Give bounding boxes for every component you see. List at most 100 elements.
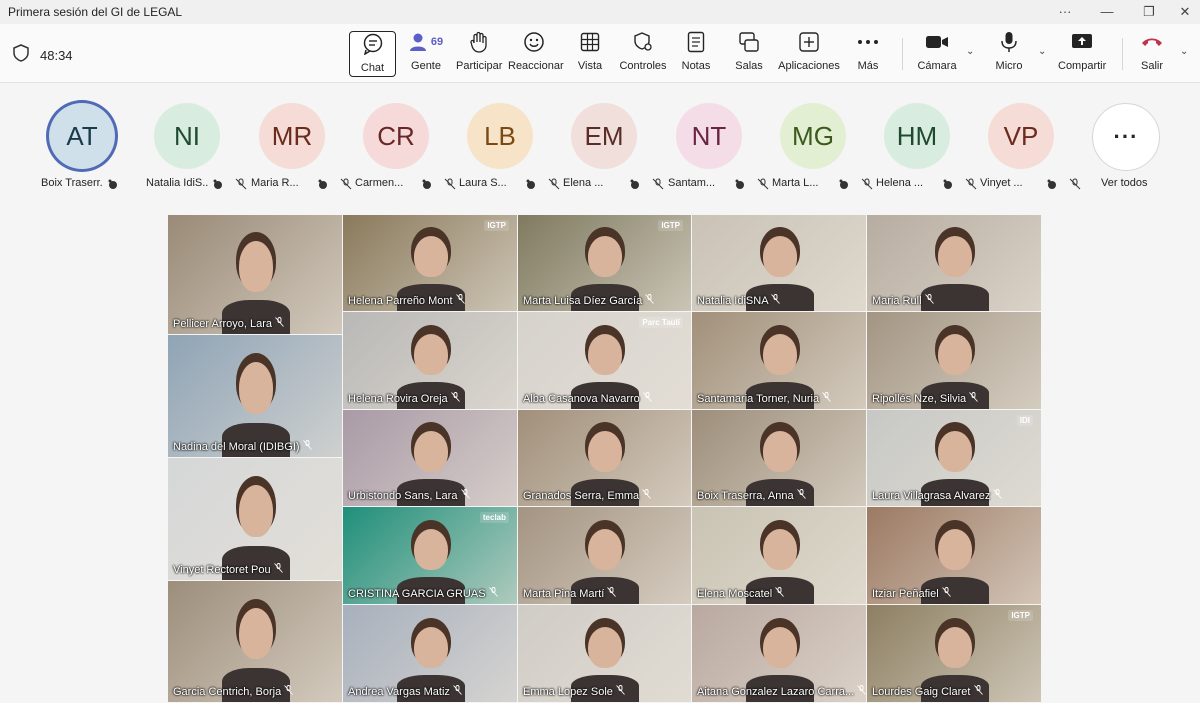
camera-button[interactable]: Cámara	[916, 30, 958, 78]
video-tile[interactable]: IGTP Marta Luisa Díez García	[518, 215, 691, 311]
mic-button[interactable]: Micro	[992, 30, 1026, 78]
mic-off-icon	[965, 178, 977, 190]
organization-logo: teclab	[479, 512, 509, 523]
apps-button[interactable]: Aplicaciones	[777, 30, 841, 78]
share-button[interactable]: Compartir	[1058, 30, 1106, 78]
participant-avatar[interactable]: HM	[884, 103, 950, 169]
meeting-toolbar: 48:34 Chat 69 Gente Participar Reacciona…	[0, 24, 1200, 83]
participant-avatar[interactable]: EM	[571, 103, 637, 169]
hand-icon	[630, 179, 639, 189]
hand-icon	[422, 179, 431, 189]
camera-options-chevron-icon[interactable]: ⌄	[966, 46, 974, 57]
video-tile[interactable]: Helena Rovira Oreja	[343, 312, 517, 409]
more-label: Más	[857, 60, 879, 72]
video-tile[interactable]: Santamaria Torner, Nuria	[692, 312, 866, 409]
chat-button[interactable]: Chat	[349, 31, 396, 77]
hand-icon	[839, 179, 848, 189]
video-tile-name: Nadina del Moral (IDIBGI)	[173, 440, 312, 453]
video-tile-name: Alba Casanova Navarro	[523, 392, 652, 405]
participant-face	[937, 528, 972, 570]
video-tile[interactable]: IGTP Helena Parreño Mont	[343, 215, 517, 311]
see-all-label[interactable]: Ver todos	[1101, 177, 1147, 189]
mic-off-icon	[939, 587, 951, 600]
video-tile[interactable]: Itziar Peñafiel	[867, 507, 1041, 604]
participant-avatar[interactable]: NI	[154, 103, 220, 169]
view-button[interactable]: Vista	[572, 30, 608, 78]
participant-avatar[interactable]: MR	[259, 103, 325, 169]
raise-hand-button[interactable]: Participar	[456, 30, 502, 78]
video-tile-name: Granados Serra, Emma	[523, 489, 652, 502]
mic-off-icon	[922, 294, 934, 307]
participant-face	[762, 431, 797, 473]
leave-button[interactable]: Salir	[1138, 30, 1166, 78]
video-tile[interactable]: Boix Traserra, Anna	[692, 410, 866, 506]
rooms-button[interactable]: Salas	[732, 30, 766, 78]
video-tile[interactable]: IDI Laura Villagrasa Alvarez	[867, 410, 1041, 506]
people-label: Gente	[411, 60, 441, 72]
more-options-icon[interactable]: ···	[1050, 2, 1080, 22]
participant-name: Natalia IdiS...	[146, 177, 208, 189]
more-button[interactable]: Más	[852, 30, 884, 78]
video-tile[interactable]: Ripollés Nze, Silvia	[867, 312, 1041, 409]
video-tile[interactable]: Aitana Gonzalez Lazaro Carra...	[692, 605, 866, 702]
video-tile[interactable]: Marta Pina Martí	[518, 507, 691, 604]
video-tile[interactable]: Maria Rull	[867, 215, 1041, 311]
restore-button[interactable]: ❐	[1134, 2, 1164, 22]
video-tile[interactable]: Parc Taulí Alba Casanova Navarro	[518, 312, 691, 409]
react-label: Reaccionar	[508, 60, 564, 72]
leave-options-chevron-icon[interactable]: ⌄	[1180, 46, 1188, 57]
hand-icon	[318, 179, 327, 189]
video-tile[interactable]: Vinyet Rectoret Pou	[168, 458, 342, 580]
video-tile[interactable]: Garcia Centrich, Borja	[168, 581, 342, 702]
more-icon	[858, 40, 878, 44]
participant-face	[937, 236, 972, 278]
minimize-button[interactable]: —	[1092, 2, 1122, 22]
mic-options-chevron-icon[interactable]: ⌄	[1038, 46, 1046, 57]
participant-name: Elena Moscatel	[697, 588, 773, 600]
participant-avatar[interactable]: VP	[988, 103, 1054, 169]
participant-face	[413, 431, 448, 473]
chat-label: Chat	[360, 62, 385, 74]
video-tile-name: Andrea Vargas Matiz	[348, 685, 462, 698]
title-bar: Primera sesión del GI de LEGAL ··· — ❐ ✕	[0, 0, 1200, 24]
participant-avatar[interactable]: AT	[49, 103, 115, 169]
participant-avatar[interactable]: NT	[676, 103, 742, 169]
participant-face	[588, 236, 622, 278]
video-tile[interactable]: Andrea Vargas Matiz	[343, 605, 517, 702]
video-tile[interactable]: Natalia IdiSNA	[692, 215, 866, 311]
meeting-timer: 48:34	[40, 48, 73, 63]
microphone-icon	[1001, 32, 1017, 52]
hand-icon	[526, 179, 535, 189]
controls-button[interactable]: Controles	[618, 30, 668, 78]
mic-off-icon	[768, 294, 780, 307]
apps-label: Aplicaciones	[778, 60, 840, 72]
video-tile[interactable]: Pellicer Arroyo, Lara	[168, 215, 342, 334]
video-tile-name: Marta Luisa Díez García	[523, 294, 655, 307]
video-tile-name: Garcia Centrich, Borja	[173, 685, 294, 698]
video-tile-name: Marta Pina Martí	[523, 587, 617, 600]
mic-off-icon	[548, 178, 560, 190]
participant-avatar[interactable]: MG	[780, 103, 846, 169]
notes-button[interactable]: Notas	[678, 30, 714, 78]
participant-avatar[interactable]: LB	[467, 103, 533, 169]
avatar-initials: MG	[792, 120, 834, 151]
close-button[interactable]: ✕	[1170, 2, 1200, 22]
video-tile[interactable]: teclab CRISTINA GARCIA GRUAS	[343, 507, 517, 604]
video-tile[interactable]: Elena Moscatel	[692, 507, 866, 604]
video-tile[interactable]: Urbistondo Sans, Lara	[343, 410, 517, 506]
mic-off-icon	[819, 392, 831, 405]
avatar-initials: MR	[271, 120, 313, 151]
video-tile[interactable]: IGTP Lourdes Gaig Claret	[867, 605, 1041, 702]
video-tile-name: Itziar Peñafiel	[872, 587, 951, 600]
video-tile[interactable]: Nadina del Moral (IDIBGI)	[168, 335, 342, 457]
grid-view-icon	[580, 32, 600, 52]
people-button[interactable]: 69 Gente	[404, 30, 448, 78]
video-tile[interactable]: Granados Serra, Emma	[518, 410, 691, 506]
participant-name: Laura S...	[459, 177, 507, 189]
participant-name: Boix Traserra, Anna	[697, 490, 794, 502]
participant-name: Laura Villagrasa Alvarez	[872, 490, 991, 502]
video-tile[interactable]: Emma Lopez Sole	[518, 605, 691, 702]
participant-avatar[interactable]: CR	[363, 103, 429, 169]
react-button[interactable]: Reaccionar	[508, 30, 564, 78]
see-all-button[interactable]: ···	[1092, 103, 1160, 171]
